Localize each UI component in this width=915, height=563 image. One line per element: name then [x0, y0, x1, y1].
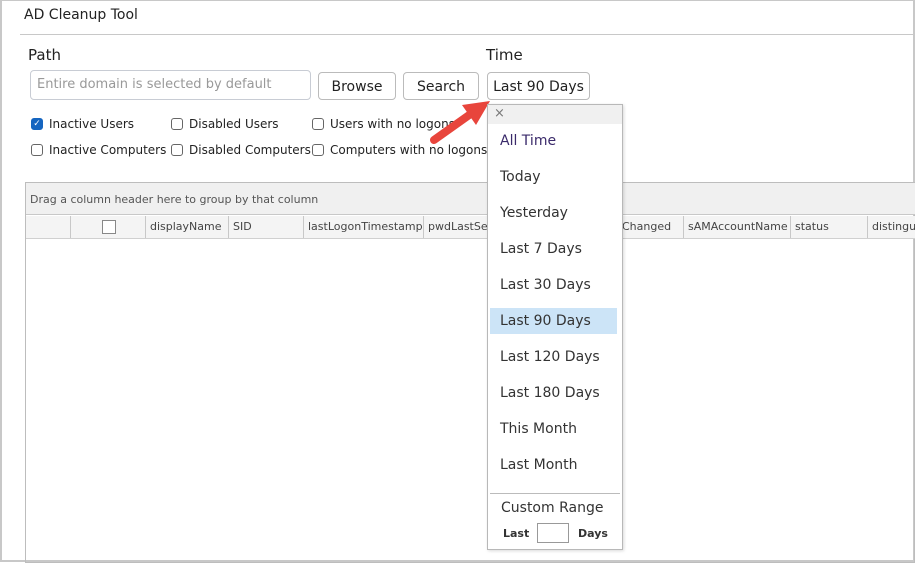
column-header-status[interactable]: status	[790, 216, 867, 238]
checkbox-disabled-users[interactable]: Disabled Users	[171, 117, 279, 131]
checkbox-icon[interactable]	[171, 118, 183, 130]
time-dropdown-button[interactable]: Last 90 Days	[487, 72, 590, 100]
close-icon[interactable]: ×	[488, 105, 622, 124]
menu-item-last-120-days[interactable]: Last 120 Days	[490, 344, 617, 370]
column-header-samaccountname[interactable]: sAMAccountName	[683, 216, 790, 238]
checkbox-icon[interactable]	[171, 144, 183, 156]
menu-item-all-time[interactable]: All Time	[490, 128, 617, 154]
menu-item-yesterday[interactable]: Yesterday	[490, 200, 617, 226]
custom-last-label: Last	[503, 527, 530, 540]
checkbox-disabled-computers[interactable]: Disabled Computers	[171, 143, 311, 157]
column-header-lastlogontimestamp[interactable]: lastLogonTimestamp	[303, 216, 423, 238]
menu-item-last-180-days[interactable]: Last 180 Days	[490, 380, 617, 406]
menu-item-last-90-days[interactable]: Last 90 Days	[490, 308, 617, 334]
select-all-checkbox[interactable]	[102, 220, 116, 234]
checkbox-label: Inactive Users	[49, 117, 135, 131]
path-label: Path	[28, 46, 61, 64]
menu-item-this-month[interactable]: This Month	[490, 416, 617, 442]
checkbox-icon[interactable]	[312, 118, 324, 130]
menu-item-last-30-days[interactable]: Last 30 Days	[490, 272, 617, 298]
column-header-sid[interactable]: SID	[228, 216, 303, 238]
custom-days-input[interactable]	[537, 523, 569, 543]
window-title: AD Cleanup Tool	[24, 7, 138, 23]
column-header-pwdlastset[interactable]: pwdLastSet	[423, 216, 493, 238]
checkbox-label: Disabled Computers	[189, 143, 311, 157]
menu-item-today[interactable]: Today	[490, 164, 617, 190]
checkbox-inactive-computers[interactable]: Inactive Computers	[31, 143, 166, 157]
column-header-distinguishedname[interactable]: distinguis	[867, 216, 915, 238]
custom-days-label: Days	[578, 527, 608, 540]
menu-item-last-month[interactable]: Last Month	[490, 452, 617, 478]
select-all-header	[70, 216, 145, 238]
results-grid	[25, 182, 915, 563]
time-label: Time	[486, 46, 523, 64]
browse-button[interactable]: Browse	[318, 72, 396, 100]
path-input[interactable]: Entire domain is selected by default	[30, 70, 311, 100]
checkbox-checked-icon[interactable]: ✓	[31, 118, 43, 130]
menu-item-last-7-days[interactable]: Last 7 Days	[490, 236, 617, 262]
divider	[20, 34, 915, 35]
menu-divider	[490, 493, 620, 494]
column-header-whenchanged[interactable]: Changed	[618, 216, 683, 238]
checkbox-icon[interactable]	[31, 144, 43, 156]
checkbox-inactive-users[interactable]: ✓ Inactive Users	[31, 117, 134, 131]
arrow-shaft	[430, 109, 476, 144]
group-by-panel[interactable]: Drag a column header here to group by th…	[26, 183, 915, 215]
checkbox-label: Disabled Users	[189, 117, 279, 131]
checkbox-label: Inactive Computers	[49, 143, 167, 157]
column-header-displayname[interactable]: displayName	[145, 216, 228, 238]
custom-range-label: Custom Range	[501, 500, 604, 516]
checkbox-icon[interactable]	[312, 144, 324, 156]
